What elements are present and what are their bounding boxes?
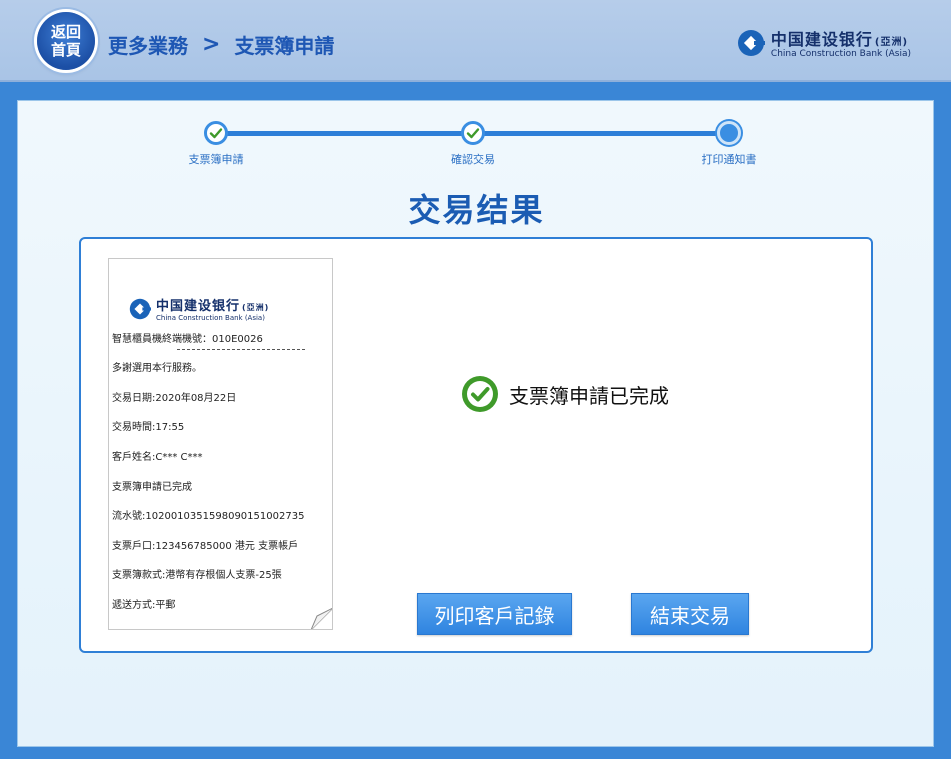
- breadcrumb-item-more-services: 更多業務: [108, 34, 188, 58]
- receipt-line-account: 支票戶口:123456785000 港元 支票帳戶: [112, 541, 299, 552]
- step-2-check-icon: [461, 121, 485, 145]
- receipt-bank-name-region: (亞洲): [242, 303, 270, 312]
- main-panel: 支票簿申請 確認交易 打印通知書 交易结果 中国建设银行 (亞洲) China C…: [17, 100, 934, 747]
- home-label-line2: 首頁: [50, 41, 81, 59]
- result-card: 中国建设银行 (亞洲) China Construction Bank (Asia…: [79, 237, 873, 653]
- page-curl-icon: [311, 608, 332, 629]
- progress-stepper: 支票簿申請 確認交易 打印通知書: [18, 101, 935, 181]
- receipt-line-terminal: 智慧櫃員機終端機號：010E0026: [112, 334, 263, 345]
- receipt-preview: 中国建设银行 (亞洲) China Construction Bank (Asia…: [108, 258, 333, 630]
- receipt-line-customer: 客戶姓名:C*** C***: [112, 452, 203, 463]
- receipt-line-delivery: 遞送方式:平郵: [112, 600, 176, 611]
- receipt-bank-logo: 中国建设银行 (亞洲) China Construction Bank (Asia…: [129, 295, 269, 322]
- receipt-bank-name-cn: 中国建设银行: [156, 299, 241, 314]
- receipt-line-time: 交易時間:17:55: [112, 422, 185, 433]
- home-button[interactable]: 返回 首頁: [37, 12, 95, 70]
- step-1-label: 支票簿申請: [188, 153, 244, 166]
- breadcrumb: 更多業務 > 支票簿申請: [108, 30, 334, 59]
- receipt-line-thanks: 多謝選用本行服務。: [112, 363, 202, 374]
- receipt-divider: [177, 349, 305, 350]
- completion-status: 支票簿申請已完成: [461, 375, 669, 413]
- receipt-bank-name-en: China Construction Bank (Asia): [156, 314, 265, 322]
- home-label-line1: 返回: [50, 23, 81, 41]
- print-customer-record-button[interactable]: 列印客戶記錄: [417, 593, 572, 635]
- step-3-current-icon: [717, 121, 741, 145]
- receipt-line-chequebook-type: 支票簿款式:港幣有存根個人支票-25張: [112, 570, 282, 581]
- receipt-line-date: 交易日期:2020年08月22日: [112, 393, 237, 404]
- bank-name-cn: 中国建设银行: [770, 30, 873, 49]
- bank-name-en: China Construction Bank (Asia): [770, 49, 911, 59]
- breadcrumb-item-chequebook: 支票簿申請: [234, 34, 335, 58]
- receipt-logo-icon: [129, 298, 151, 319]
- top-bar: 返回 首頁 更多業務 > 支票簿申請 中国建设银行 (亞洲) China Cons…: [0, 0, 951, 82]
- receipt-line-serial: 流水號:10200103515980901510027​35: [112, 511, 305, 522]
- breadcrumb-separator: >: [202, 32, 221, 57]
- bank-name-region: (亞洲): [874, 37, 909, 48]
- result-title: 交易结果: [408, 191, 545, 229]
- check-circle-icon: [462, 376, 498, 412]
- step-3-label: 打印通知書: [701, 153, 757, 166]
- step-1-check-icon: [204, 121, 228, 145]
- bank-logo: 中国建设银行 (亞洲) China Construction Bank (Asia…: [737, 26, 911, 59]
- step-2-label: 確認交易: [451, 153, 495, 166]
- end-transaction-button[interactable]: 結束交易: [631, 593, 749, 635]
- bank-logo-icon: [737, 29, 765, 56]
- completion-message: 支票簿申請已完成: [509, 383, 669, 408]
- receipt-line-status: 支票簿申請已完成: [112, 482, 192, 493]
